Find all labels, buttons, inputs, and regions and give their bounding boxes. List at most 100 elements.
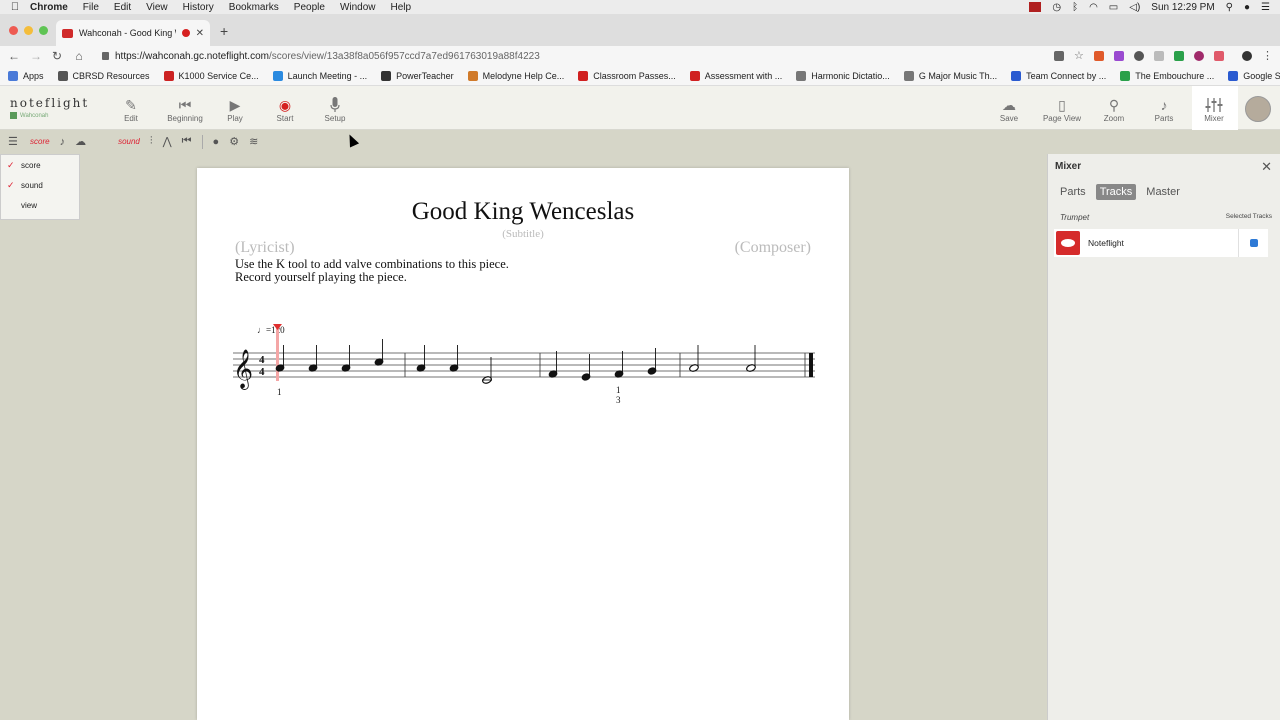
extension-bookmark-icon[interactable] <box>1094 51 1104 61</box>
mixer-sliders-icon[interactable]: ⫶ <box>150 135 153 148</box>
reload-icon[interactable]: ↻ <box>52 49 62 63</box>
menu-item-view[interactable]: view <box>1 195 79 215</box>
start-record-button[interactable]: ◉ Start <box>260 96 310 124</box>
music-staff[interactable]: ♩=120 𝄞 4 4 1 1 3 <box>227 318 827 408</box>
menu-view[interactable]: View <box>146 2 168 13</box>
menu-people[interactable]: People <box>294 2 325 13</box>
menu-window[interactable]: Window <box>340 2 376 13</box>
parts-button[interactable]: ♪ Parts <box>1139 96 1189 123</box>
cloud-sync-icon[interactable]: ☁ <box>75 135 86 148</box>
menu-item-sound[interactable]: ✓ sound <box>1 175 79 195</box>
zoom-window-button[interactable] <box>39 26 48 35</box>
camera-icon[interactable] <box>1054 51 1064 61</box>
play-icon: ▶ <box>229 96 241 113</box>
bookmark-item[interactable]: Harmonic Dictatio... <box>796 70 890 81</box>
extension-puzzle-icon[interactable] <box>1114 51 1124 61</box>
bluetooth-icon[interactable]: ᛒ <box>1072 2 1078 13</box>
valve-fingering: 3 <box>616 395 621 405</box>
score-lyricist[interactable]: (Lyricist) <box>235 239 295 257</box>
bookmark-item[interactable]: G Major Music Th... <box>903 70 997 81</box>
extension-cloud-icon[interactable] <box>1154 51 1164 61</box>
volume-icon[interactable]: ◁) <box>1129 2 1140 13</box>
bookmark-item[interactable]: The Embouchure ... <box>1120 70 1215 81</box>
bookmark-item[interactable]: K1000 Service Ce... <box>163 70 259 81</box>
forward-icon[interactable]: → <box>30 49 42 63</box>
hamburger-menu-icon[interactable]: ☰ <box>8 135 20 148</box>
score-palette-label[interactable]: score <box>30 137 50 146</box>
score-page[interactable]: Good King Wenceslas (Subtitle) (Lyricist… <box>197 168 849 720</box>
track-select-checkbox[interactable] <box>1238 229 1268 257</box>
play-button[interactable]: ▶ Play <box>210 96 260 124</box>
tab-master[interactable]: Master <box>1142 184 1184 200</box>
back-icon[interactable]: ← <box>8 49 20 63</box>
menu-edit[interactable]: Edit <box>114 2 131 13</box>
minimize-window-button[interactable] <box>24 26 33 35</box>
extension-power-icon[interactable] <box>1134 51 1144 61</box>
tempo-marking: ♩=120 <box>257 325 285 335</box>
bookmark-item[interactable]: Team Connect by ... <box>1011 70 1106 81</box>
bookmark-item[interactable]: Melodyne Help Ce... <box>467 70 564 81</box>
wifi-icon[interactable]: ◠ <box>1089 2 1098 13</box>
setup-button[interactable]: Setup <box>310 96 360 123</box>
url-input[interactable]: https://wahconah.gc.noteflight.com/score… <box>96 47 1042 65</box>
notification-center-icon[interactable]: ☰ <box>1261 2 1270 13</box>
page-view-button[interactable]: ▯ Page View <box>1037 96 1087 124</box>
noteflight-logo[interactable]: noteflight Wahconah <box>10 96 89 119</box>
waveform-icon[interactable]: ≋ <box>249 135 258 148</box>
checkmark-icon: ✓ <box>7 159 15 170</box>
tab-parts[interactable]: Parts <box>1056 184 1090 200</box>
menu-history[interactable]: History <box>183 2 214 13</box>
bookmark-item[interactable]: CBRSD Resources <box>57 70 150 81</box>
guitar-instrument-icon[interactable]: ♪ <box>60 136 66 148</box>
mixer-button[interactable]: Mixer <box>1189 96 1239 123</box>
menu-bookmarks[interactable]: Bookmarks <box>229 2 279 13</box>
tab-tracks[interactable]: Tracks <box>1095 184 1137 200</box>
menu-item-score[interactable]: ✓ score <box>1 155 79 175</box>
zoom-button[interactable]: ⚲ Zoom <box>1089 96 1139 124</box>
score-title[interactable]: Good King Wenceslas <box>197 198 849 226</box>
mic-small-icon[interactable]: ● <box>213 136 220 148</box>
user-avatar[interactable] <box>1245 96 1271 122</box>
status-record-icon[interactable] <box>1029 2 1042 12</box>
spotlight-search-icon[interactable]: ⚲ <box>1226 2 1233 13</box>
apple-icon[interactable]:  <box>0 1 30 13</box>
bookmark-item[interactable]: Apps <box>8 70 44 81</box>
extension-green-icon[interactable] <box>1174 51 1184 61</box>
airplay-icon[interactable]: ▭ <box>1109 2 1118 13</box>
new-tab-button[interactable]: + <box>220 23 228 39</box>
rewind-icon[interactable]: ⏮ <box>182 135 192 148</box>
metronome-icon[interactable]: ⋀ <box>163 135 172 148</box>
score-composer[interactable]: (Composer) <box>735 239 811 257</box>
time-machine-icon[interactable]: ◷ <box>1052 2 1061 13</box>
bookmark-item[interactable]: Assessment with ... <box>689 70 782 81</box>
extension-circle-icon[interactable] <box>1194 51 1204 61</box>
bookmark-favicon-icon <box>467 70 478 81</box>
track-row[interactable]: Noteflight <box>1054 229 1268 257</box>
menu-help[interactable]: Help <box>391 2 412 13</box>
bookmark-star-icon[interactable]: ☆ <box>1074 51 1084 62</box>
clock[interactable]: Sun 12:29 PM <box>1151 2 1214 13</box>
bookmark-item[interactable]: Google Suite <box>1228 70 1280 81</box>
bookmark-item[interactable]: PowerTeacher <box>381 70 454 81</box>
settings-gear-icon[interactable]: ⚙ <box>229 135 239 148</box>
close-tab-icon[interactable]: ✕ <box>196 28 204 39</box>
bookmark-item[interactable]: Classroom Passes... <box>578 70 676 81</box>
menu-item-label: view <box>21 200 38 210</box>
save-button[interactable]: ☁ Save <box>984 96 1034 124</box>
siri-icon[interactable]: ● <box>1244 2 1250 13</box>
close-window-button[interactable] <box>9 26 18 35</box>
menu-app[interactable]: Chrome <box>30 2 68 13</box>
menu-file[interactable]: File <box>83 2 99 13</box>
bookmark-label: The Embouchure ... <box>1135 70 1215 81</box>
sound-palette-label[interactable]: sound <box>118 137 140 146</box>
score-instructions[interactable]: Use the K tool to add valve combinations… <box>235 258 509 284</box>
chrome-menu-icon[interactable]: ⋮ <box>1262 51 1273 62</box>
profile-avatar-icon[interactable] <box>1242 51 1252 61</box>
home-icon[interactable]: ⌂ <box>74 49 84 63</box>
browser-tab[interactable]: Wahconah - Good King We ✕ <box>56 20 210 46</box>
bookmark-item[interactable]: Launch Meeting - ... <box>272 70 367 81</box>
extension-arrow-icon[interactable] <box>1214 51 1224 61</box>
beginning-button[interactable]: ⏮ Beginning <box>160 96 210 124</box>
close-icon[interactable]: ✕ <box>1261 159 1272 175</box>
edit-button[interactable]: ✎ Edit <box>106 96 156 124</box>
